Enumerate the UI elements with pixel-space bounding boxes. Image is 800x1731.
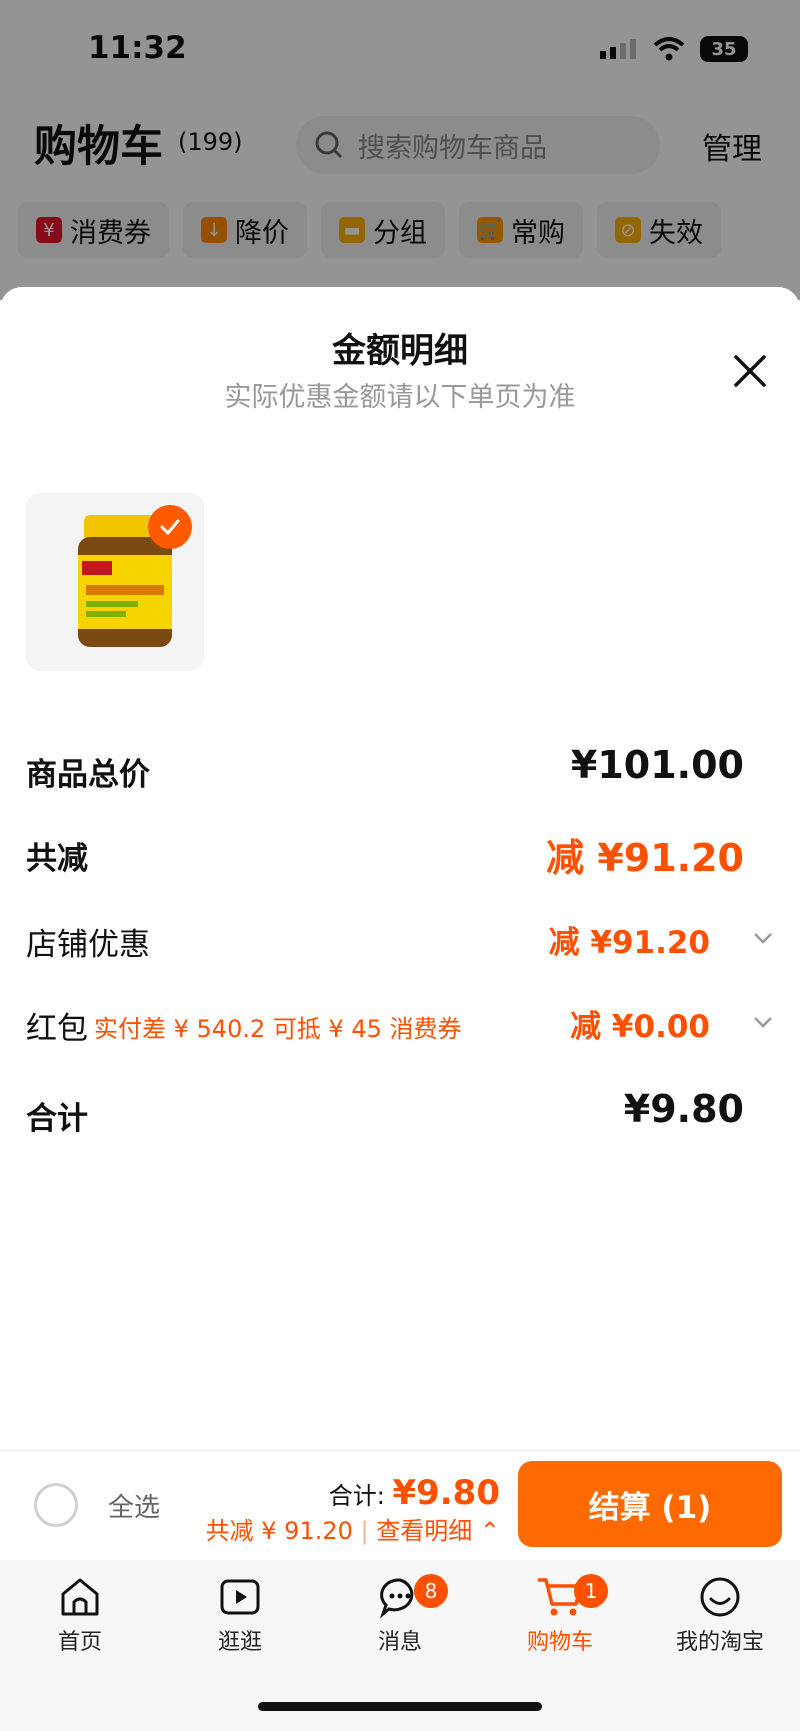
redpacket-label: 红包 <box>26 1011 88 1047</box>
total-discount-amount: 减 ¥91.20 <box>546 836 744 880</box>
checkout-button[interactable]: 结算 (1) <box>518 1461 782 1547</box>
tab-label: 消息 <box>377 1630 422 1655</box>
shop-discount-amount[interactable]: 减 ¥91.20 <box>549 917 710 962</box>
tab-messages[interactable]: 消息 8 <box>320 1574 480 1656</box>
home-icon <box>61 1578 99 1616</box>
modal-overlay[interactable] <box>0 0 800 300</box>
tab-label: 逛逛 <box>217 1630 262 1655</box>
view-detail-link[interactable]: 查看明细 <box>376 1517 472 1545</box>
smiley-face-icon <box>700 1577 740 1617</box>
selected-check-icon[interactable] <box>148 505 192 549</box>
tab-label: 我的淘宝 <box>675 1630 764 1655</box>
tab-cart[interactable]: 购物车 1 <box>480 1574 640 1656</box>
tab-label: 购物车 <box>526 1630 593 1655</box>
bottom-total: 合计: ¥9.80 <box>329 1473 500 1513</box>
total-label: 合计 <box>26 1101 88 1137</box>
home-indicator <box>258 1702 542 1711</box>
tab-label: 首页 <box>57 1630 102 1655</box>
subtotal-label: 商品总价 <box>26 757 150 793</box>
select-all-radio[interactable] <box>34 1483 78 1527</box>
sheet-title: 金额明细 <box>332 331 468 371</box>
play-video-icon <box>220 1579 260 1615</box>
close-icon[interactable] <box>730 351 770 391</box>
checkout-bar: 全选 合计: ¥9.80 共减 ¥ 91.20 | 查看明细 ⌃ 结算 (1) <box>0 1450 800 1561</box>
total-amount: ¥9.80 <box>623 1087 744 1131</box>
chevron-down-icon[interactable] <box>752 1011 774 1033</box>
bottom-total-amount: ¥9.80 <box>392 1473 500 1513</box>
total-discount-label: 共减 <box>26 841 88 877</box>
bottom-total-label: 合计: <box>328 1482 385 1510</box>
sheet-subtitle: 实际优惠金额请以下单页为准 <box>224 382 576 413</box>
chevron-up-icon[interactable]: ⌃ <box>480 1517 500 1545</box>
subtotal-amount: ¥101.00 <box>570 743 744 787</box>
redpacket-note: 实付差 ¥ 540.2 可抵 ¥ 45 消费券 <box>94 1015 462 1043</box>
message-badge: 8 <box>414 1574 448 1608</box>
shop-discount-label: 店铺优惠 <box>26 927 150 963</box>
select-all-label[interactable]: 全选 <box>108 1487 160 1524</box>
tab-browse[interactable]: 逛逛 <box>160 1574 320 1656</box>
redpacket-amount[interactable]: 减 ¥0.00 <box>570 1001 710 1046</box>
bottom-discount[interactable]: 共减 ¥ 91.20 | 查看明细 ⌃ <box>206 1511 500 1546</box>
tab-home[interactable]: 首页 <box>0 1574 160 1656</box>
chevron-down-icon[interactable] <box>752 927 774 949</box>
bottom-discount-text: 共减 ¥ 91.20 <box>205 1517 353 1545</box>
cart-badge: 1 <box>574 1574 608 1608</box>
tab-my-taobao[interactable]: 我的淘宝 <box>640 1574 800 1656</box>
tab-bar: 首页 逛逛 消息 8 购物车 1 我的淘宝 <box>0 1560 800 1731</box>
